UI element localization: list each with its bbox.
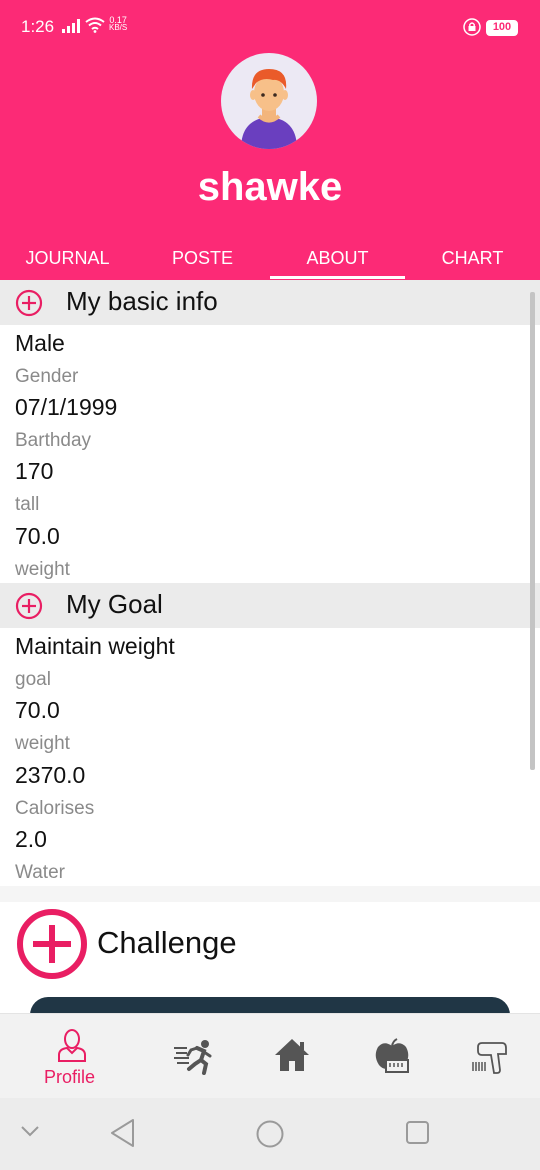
scanner-icon: [472, 1040, 508, 1079]
add-circle-icon[interactable]: [15, 592, 43, 625]
about-content[interactable]: My basic info Male Gender 07/1/1999 Bart…: [0, 280, 540, 886]
calories-value: 2370.0: [15, 762, 86, 788]
wifi-icon: [85, 17, 105, 38]
goal-value: Maintain weight: [15, 633, 175, 659]
network-speed: 0.17 KB/S: [109, 16, 127, 32]
birthday-value: 07/1/1999: [15, 394, 118, 420]
status-bar: 1:26 0.17 KB/S 100: [0, 0, 540, 56]
basic-info-header[interactable]: My basic info: [0, 280, 540, 325]
height-value: 170: [15, 458, 54, 484]
back-icon[interactable]: [109, 1118, 135, 1153]
chevron-down-icon[interactable]: [20, 1124, 40, 1143]
water-value: 2.0: [15, 826, 47, 852]
profile-tabs: JOURNAL POSTE ABOUT CHART: [0, 236, 540, 280]
tab-indicator: [270, 276, 405, 279]
nav-scanner[interactable]: [440, 1014, 540, 1099]
section-divider: [0, 886, 540, 902]
home-icon: [274, 1038, 310, 1077]
nav-home[interactable]: [240, 1014, 340, 1099]
tab-journal[interactable]: JOURNAL: [0, 236, 135, 280]
network-speed-unit: KB/S: [109, 23, 128, 32]
scrollbar[interactable]: [530, 292, 535, 770]
lock-icon: [463, 18, 481, 41]
battery-icon: 100: [486, 20, 518, 36]
add-circle-icon[interactable]: [15, 289, 43, 322]
apple-scale-icon: [374, 1038, 410, 1079]
tab-poste[interactable]: POSTE: [135, 236, 270, 280]
running-icon: [173, 1039, 213, 1080]
avatar-boy-icon: [241, 69, 297, 149]
goal-weight-value: 70.0: [15, 697, 60, 723]
goal-weight-label: weight: [15, 733, 70, 754]
height-label: tall: [15, 494, 40, 515]
avatar[interactable]: [221, 53, 317, 149]
weight-value: 70.0: [15, 523, 60, 549]
goal-header[interactable]: My Goal: [0, 583, 540, 628]
system-nav-bar: [0, 1098, 540, 1170]
nav-nutrition[interactable]: [340, 1014, 440, 1099]
profile-header: 1:26 0.17 KB/S 100 shawke JOURNAL POSTE …: [0, 0, 540, 280]
nav-profile[interactable]: Profile: [0, 1014, 145, 1099]
gender-value: Male: [15, 330, 65, 356]
tab-chart[interactable]: CHART: [405, 236, 540, 280]
nav-workout[interactable]: [145, 1014, 240, 1099]
goal-title: My Goal: [66, 589, 163, 619]
water-label: Water: [15, 862, 65, 883]
basic-info-title: My basic info: [66, 286, 218, 316]
signal-icon: [62, 18, 82, 39]
add-challenge-icon[interactable]: [16, 908, 88, 985]
nav-profile-label: Profile: [44, 1067, 96, 1087]
weight-label: weight: [15, 559, 70, 580]
tab-about[interactable]: ABOUT: [270, 236, 405, 280]
status-time: 1:26: [21, 17, 55, 36]
recents-icon[interactable]: [405, 1120, 431, 1151]
profile-icon: [56, 1028, 88, 1067]
gender-label: Gender: [15, 366, 79, 387]
birthday-label: Barthday: [15, 430, 92, 451]
calories-label: Calorises: [15, 798, 95, 819]
challenge-label[interactable]: Challenge: [97, 925, 237, 961]
goal-label: goal: [15, 669, 51, 690]
bottom-nav: Profile: [0, 1013, 540, 1098]
home-circle-icon[interactable]: [255, 1119, 285, 1154]
username: shawke: [197, 165, 343, 209]
